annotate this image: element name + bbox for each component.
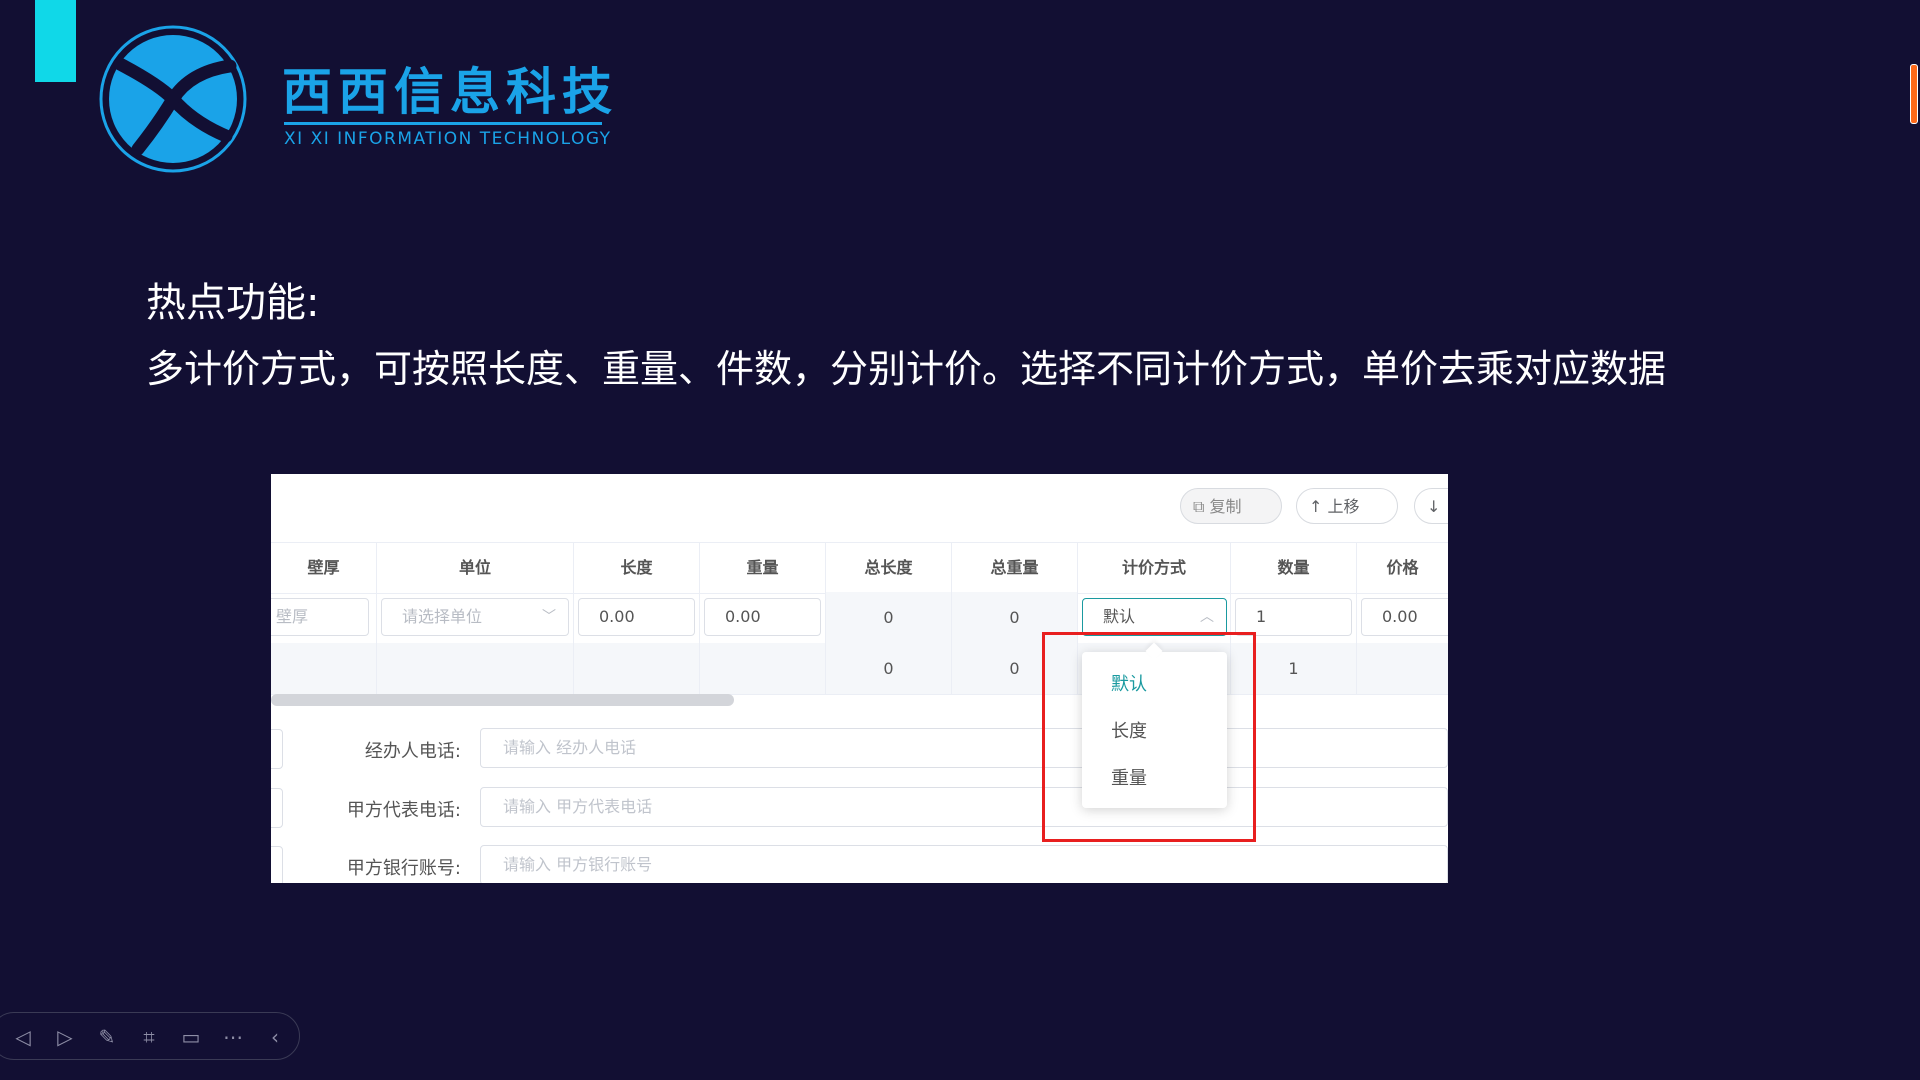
accent-bar xyxy=(35,0,76,82)
screenshot-panel: ⧉ 复制 ↑ 上移 ↓ 壁厚 单位 长度 重量 总长度 总重量 计价方式 数量 … xyxy=(271,474,1448,883)
col-pricing: 计价方式 xyxy=(1078,543,1231,593)
section-heading: 热点功能: xyxy=(146,280,320,326)
move-down-button[interactable]: ↓ xyxy=(1414,488,1448,524)
section-description: 多计价方式，可按照长度、重量、件数，分别计价。选择不同计价方式，单价去乘对应数据 xyxy=(146,347,1667,391)
brand-underline xyxy=(284,122,602,125)
col-length: 长度 xyxy=(574,543,700,593)
length-input[interactable]: 0.00 xyxy=(578,598,695,636)
col-total-weight: 总重量 xyxy=(952,543,1078,593)
company-logo-icon xyxy=(99,25,247,173)
form-label-rep-phone: 甲方代表电话: xyxy=(346,800,461,821)
screen-icon[interactable]: ▭ xyxy=(179,1025,203,1049)
col-unit: 单位 xyxy=(377,543,574,593)
focus-icon[interactable]: ⌗ xyxy=(137,1025,161,1049)
copy-icon: ⧉ xyxy=(1193,497,1210,516)
weight-input[interactable]: 0.00 xyxy=(704,598,821,636)
wall-input[interactable]: 壁厚 xyxy=(271,598,369,636)
brand-name-en: XI XI INFORMATION TECHNOLOGY xyxy=(284,129,612,149)
more-icon[interactable]: ⋯ xyxy=(221,1025,245,1049)
total-length-cell: 0 xyxy=(826,592,952,643)
right-scroll-indicator[interactable] xyxy=(1910,64,1918,124)
chevron-down-icon: ﹀ xyxy=(542,609,556,625)
presentation-toolbar: ◁ ▷ ✎ ⌗ ▭ ⋯ ‹ xyxy=(0,1012,300,1060)
table-header: 壁厚 单位 长度 重量 总长度 总重量 计价方式 数量 价格 xyxy=(271,542,1448,594)
agent-phone-input[interactable]: 请输入 经办人电话 xyxy=(480,728,1448,768)
unit-select[interactable]: 请选择单位 ﹀ xyxy=(381,598,569,636)
form-label-bank-account: 甲方银行账号: xyxy=(346,858,461,879)
highlight-box xyxy=(1042,632,1256,842)
price-input[interactable]: 0.00 xyxy=(1361,598,1448,636)
bank-account-input[interactable]: 请输入 甲方银行账号 xyxy=(480,845,1448,883)
quantity-input[interactable]: 1 xyxy=(1235,598,1352,636)
table-row: 壁厚 请选择单位 ﹀ 0.00 0.00 0 0 默认 ︿ 1 0.00 xyxy=(271,592,1448,644)
sum-total-length: 0 xyxy=(826,643,952,694)
chevron-up-icon: ︿ xyxy=(1200,609,1214,625)
col-quantity: 数量 xyxy=(1231,543,1357,593)
next-icon[interactable]: ▷ xyxy=(53,1025,77,1049)
move-up-button[interactable]: ↑ 上移 xyxy=(1296,488,1398,524)
pen-icon[interactable]: ✎ xyxy=(95,1025,119,1049)
pricing-select[interactable]: 默认 ︿ xyxy=(1082,598,1227,636)
horizontal-scrollbar[interactable] xyxy=(271,694,734,706)
rep-phone-input[interactable]: 请输入 甲方代表电话 xyxy=(480,787,1448,827)
summary-row: 0 0 1 xyxy=(271,643,1448,695)
prev-icon[interactable]: ◁ xyxy=(11,1025,35,1049)
brand-name-cn: 西西信息科技 xyxy=(282,63,618,121)
collapse-icon[interactable]: ‹ xyxy=(263,1025,287,1049)
col-weight: 重量 xyxy=(700,543,826,593)
col-price: 价格 xyxy=(1386,558,1419,577)
form-label-agent-phone: 经办人电话: xyxy=(364,741,461,762)
col-total-length: 总长度 xyxy=(826,543,952,593)
copy-button[interactable]: ⧉ 复制 xyxy=(1180,488,1282,524)
arrow-up-icon: ↑ xyxy=(1309,497,1328,516)
col-wall: 壁厚 xyxy=(271,543,377,593)
